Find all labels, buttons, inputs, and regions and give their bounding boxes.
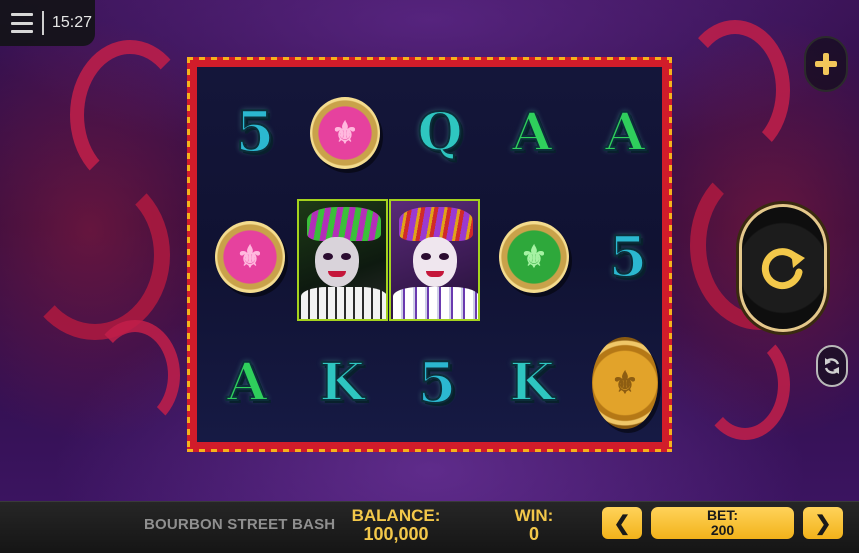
symbol-letter: 5 (417, 350, 458, 416)
reel-grid: 5 ⚜ Q A A ⚜ ⚜ 5 A K 5 K ⚜ (197, 67, 662, 442)
decor-swirl (680, 20, 790, 160)
reel-symbol-five: 5 (583, 207, 673, 307)
jester-face (315, 237, 359, 287)
win-label: WIN: (514, 506, 554, 525)
balance-value: 100,000 (363, 523, 429, 544)
clock-time: 15:27 (52, 14, 93, 31)
symbol-letter: Q (416, 102, 463, 163)
reel-symbol-gold-coin: ⚜ (580, 333, 670, 433)
plus-button[interactable] (804, 36, 848, 92)
status-panel: 15:27 (0, 0, 95, 46)
bet-decrease-button[interactable]: ❮ (602, 507, 642, 539)
win-display: WIN: 0 (505, 507, 563, 544)
bet-value: 200 (710, 521, 735, 538)
symbol-letter: K (318, 352, 365, 413)
fleur-de-lis-icon: ⚜ (592, 337, 658, 429)
symbol-letter: 5 (608, 224, 649, 290)
reel-symbol-ace: A (202, 333, 292, 433)
jester-hat (399, 207, 473, 241)
symbol-letter: K (508, 352, 555, 413)
reel-symbol-king: K (297, 333, 387, 433)
reel-symbol-jester-purple (389, 199, 480, 321)
symbol-letter: A (226, 352, 268, 413)
reel-symbol-ace: A (487, 83, 577, 183)
reel-symbol-five: 5 (392, 333, 482, 433)
jester-face (413, 237, 457, 287)
symbol-letter: A (511, 102, 553, 163)
decor-swirl (90, 320, 180, 430)
balance-label: BALANCE: (351, 506, 441, 525)
symbol-letter: 5 (235, 99, 276, 165)
fleur-de-lis-icon: ⚜ (310, 97, 380, 169)
autoplay-button[interactable] (816, 345, 848, 387)
jester-collar (393, 287, 478, 319)
bet-label: BET: (706, 507, 739, 523)
reel-symbol-pink-coin: ⚜ (300, 83, 390, 183)
fleur-de-lis-icon: ⚜ (499, 221, 569, 293)
reel-frame: 5 ⚜ Q A A ⚜ ⚜ 5 A K 5 K ⚜ (187, 57, 672, 452)
reel-symbol-green-coin: ⚜ (489, 207, 579, 307)
bet-display[interactable]: BET: 200 (651, 507, 794, 539)
win-value: 0 (528, 523, 539, 544)
reel-symbol-five: 5 (210, 82, 300, 182)
reel-symbol-queen: Q (395, 83, 485, 183)
symbol-letter: A (604, 102, 646, 163)
decor-swirl (70, 40, 190, 190)
bet-increase-button[interactable]: ❯ (803, 507, 843, 539)
reel-symbol-pink-coin: ⚜ (205, 207, 295, 307)
reel-symbol-king: K (487, 333, 577, 433)
balance-display: BALANCE: 100,000 (348, 507, 444, 544)
plus-icon (815, 53, 837, 75)
spin-button[interactable] (739, 204, 827, 332)
menu-icon[interactable] (11, 13, 33, 33)
decor-swirl (700, 330, 790, 440)
divider (42, 11, 44, 35)
jester-collar (301, 287, 386, 319)
decor-swirl (20, 170, 170, 340)
fleur-de-lis-icon: ⚜ (215, 221, 285, 293)
jester-hat (307, 207, 381, 241)
reel-symbol-ace: A (580, 83, 670, 183)
game-title: BOURBON STREET BASH (144, 516, 336, 533)
spin-icon (761, 248, 805, 290)
reel-symbol-jester-green (297, 199, 388, 321)
autoplay-icon (824, 358, 840, 374)
